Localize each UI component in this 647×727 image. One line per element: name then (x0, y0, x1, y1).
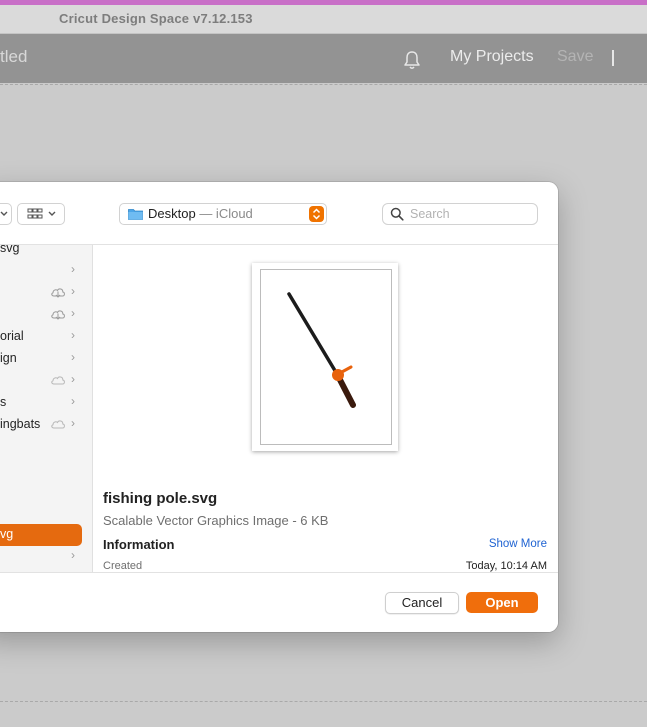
search-icon (390, 207, 404, 221)
file-thumbnail (252, 263, 398, 451)
folder-icon (128, 209, 143, 220)
dialog-footer: Cancel Open (0, 572, 558, 632)
canvas-bottom-dashed-line (0, 701, 647, 702)
save-button[interactable]: Save (557, 48, 593, 66)
information-heading: Information (103, 537, 175, 552)
location-label: Desktop — iCloud (148, 206, 253, 221)
file-type: Scalable Vector Graphics Image - 6 KB (103, 513, 329, 528)
bell-icon[interactable] (401, 49, 423, 71)
search-placeholder: Search (410, 207, 450, 221)
cloud-download-icon[interactable] (50, 286, 66, 298)
cloud-icon (51, 420, 65, 429)
chevron-right-icon: › (71, 372, 75, 386)
header-divider (612, 50, 614, 66)
canvas-top-dashed-line (0, 84, 647, 85)
cloud-download-icon[interactable] (50, 308, 66, 320)
search-field[interactable]: Search (382, 203, 538, 225)
created-value: Today, 10:14 AM (465, 560, 547, 572)
chevron-right-icon: › (71, 350, 75, 364)
chevron-right-icon: › (71, 284, 75, 298)
chevron-right-icon: › (71, 548, 75, 562)
chevron-right-icon: › (71, 394, 75, 408)
grid-view-icon (27, 208, 56, 219)
thumbnail-page (260, 269, 392, 445)
title-bar: Cricut Design Space v7.12.153 (0, 5, 647, 34)
sidebar-item[interactable]: › (0, 282, 92, 304)
sidebar-item-selected[interactable]: vg (0, 524, 92, 546)
sidebar-item[interactable]: › (0, 370, 92, 392)
dropdown-arrows-icon (309, 206, 324, 222)
view-mode-button[interactable] (17, 203, 65, 225)
my-projects-link[interactable]: My Projects (450, 48, 534, 66)
cloud-icon (51, 376, 65, 385)
sidebar-item[interactable]: ign › (0, 348, 92, 370)
open-button[interactable]: Open (466, 592, 538, 613)
dialog-toolbar: Desktop — iCloud Search (0, 182, 558, 245)
chevron-right-icon: › (71, 306, 75, 320)
chevron-right-icon: › (71, 328, 75, 342)
sidebar-item[interactable]: ingbats › (0, 414, 92, 436)
created-label: Created (103, 560, 143, 572)
chevron-down-icon (0, 211, 8, 216)
fishing-pole-image (287, 292, 356, 408)
sidebar-item[interactable]: › (0, 260, 92, 282)
back-forward-button[interactable] (0, 203, 12, 225)
chevron-right-icon: › (71, 262, 75, 276)
cancel-button[interactable]: Cancel (385, 592, 459, 614)
sidebar-item[interactable]: orial › (0, 326, 92, 348)
location-dropdown[interactable]: Desktop — iCloud (119, 203, 327, 225)
dialog-sidebar: svg › › › orial › ign › › s › ingbats › … (0, 245, 93, 572)
app-title: Cricut Design Space v7.12.153 (59, 11, 253, 26)
file-preview-pane: fishing pole.svg Scalable Vector Graphic… (93, 245, 558, 572)
sidebar-item[interactable]: › (0, 546, 92, 568)
file-name: fishing pole.svg (103, 490, 218, 507)
sidebar-item[interactable]: svg (0, 245, 92, 260)
sidebar-item[interactable]: › (0, 304, 92, 326)
show-more-link[interactable]: Show More (489, 538, 547, 550)
app-header: tled My Projects Save (0, 34, 647, 83)
sidebar-item[interactable]: s › (0, 392, 92, 414)
file-open-dialog: Desktop — iCloud Search svg › › › orial … (0, 182, 558, 632)
chevron-right-icon: › (71, 416, 75, 430)
document-title[interactable]: tled (0, 47, 27, 67)
